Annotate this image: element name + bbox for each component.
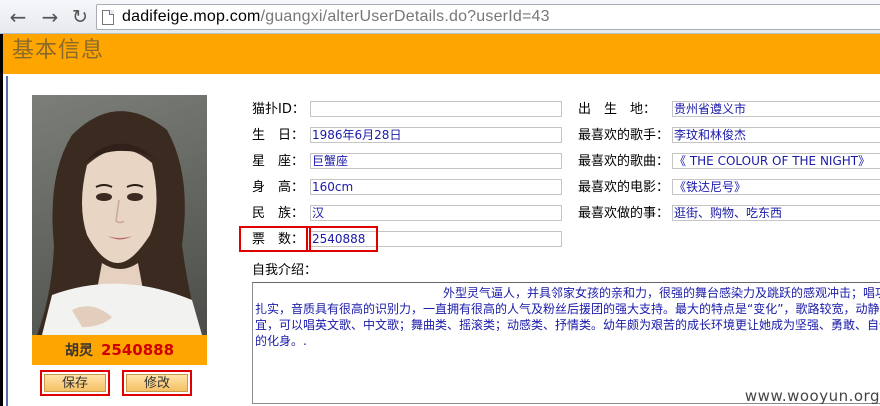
birthday-field[interactable]: 1986年6月28日 <box>310 127 562 143</box>
mop-id-label: 猫扑ID： <box>252 102 305 117</box>
intro-text: 外型灵气逼人，并具邻家女孩的亲和力，很强的舞台感染力及跳跃的感观冲击；唱功扎实，… <box>255 286 880 348</box>
forward-arrow-icon[interactable]: → <box>38 5 62 29</box>
profile-photo <box>32 95 207 335</box>
mop-id-field[interactable] <box>310 101 562 117</box>
reload-icon[interactable]: ↻ <box>68 5 92 29</box>
votes-label-highlight <box>239 226 311 252</box>
edit-button[interactable]: 修改 <box>122 370 192 396</box>
ethnicity-field[interactable]: 汉 <box>310 205 562 221</box>
watermark: www.wooyun.org <box>744 387 880 405</box>
save-button-label: 保存 <box>44 374 106 392</box>
intro-label: 自我介绍： <box>252 263 318 278</box>
birthplace-label: 出 生 地： <box>578 102 657 117</box>
back-arrow-icon[interactable]: ← <box>6 5 30 29</box>
url-path: /guangxi/alterUserDetails.do?userId=43 <box>260 8 550 25</box>
url-text[interactable]: dadifeige.mop.com/guangxi/alterUserDetai… <box>122 7 550 27</box>
ethnicity-label: 民 族： <box>252 206 305 221</box>
intro-textarea[interactable]: 外型灵气逼人，并具邻家女孩的亲和力，很强的舞台感染力及跳跃的感观冲击；唱功扎实，… <box>252 282 880 404</box>
favorite-activity-label: 最喜欢做的事： <box>578 206 670 221</box>
zodiac-label: 星 座： <box>252 154 305 169</box>
favorite-song-field[interactable]: 《 THE COLOUR OF THE NIGHT》 <box>672 153 880 169</box>
page-icon <box>102 10 114 25</box>
browser-toolbar: ← → ↻ dadifeige.mop.com/guangxi/alterUse… <box>0 0 880 34</box>
address-bar[interactable]: dadifeige.mop.com/guangxi/alterUserDetai… <box>96 4 880 30</box>
favorite-singer-label: 最喜欢的歌手： <box>578 128 670 143</box>
height-field[interactable]: 160cm <box>310 179 562 195</box>
section-header: 基本信息 <box>3 34 880 74</box>
height-label: 身 高： <box>252 180 305 195</box>
birthplace-field[interactable]: 贵州省遵义市 <box>672 101 880 117</box>
favorite-movie-field[interactable]: 《铁达尼号》 <box>672 179 880 195</box>
edit-button-label: 修改 <box>126 374 188 392</box>
name-votes-bar: 胡灵 2540888 <box>32 335 207 365</box>
frame-border <box>0 34 3 406</box>
favorite-activity-field[interactable]: 逛街、购物、吃东西 <box>672 205 880 221</box>
section-title: 基本信息 <box>12 38 105 63</box>
frame-divider <box>6 76 8 406</box>
birthday-label: 生 日： <box>252 128 305 143</box>
browser-window: ← → ↻ dadifeige.mop.com/guangxi/alterUse… <box>0 0 880 406</box>
favorite-song-label: 最喜欢的歌曲： <box>578 154 670 169</box>
favorite-singer-field[interactable]: 李玟和林俊杰 <box>672 127 880 143</box>
url-domain: dadifeige.mop.com <box>122 8 261 25</box>
profile-name: 胡灵 <box>64 343 93 359</box>
zodiac-field[interactable]: 巨蟹座 <box>310 153 562 169</box>
profile-votes: 2540888 <box>100 341 175 359</box>
favorite-movie-label: 最喜欢的电影： <box>578 180 670 195</box>
save-button[interactable]: 保存 <box>40 370 110 396</box>
page-content: 基本信息 胡灵 2540888 保存 修改 猫扑ID： 生 日： 1986年6月… <box>0 34 880 406</box>
votes-field-highlight <box>306 226 378 252</box>
